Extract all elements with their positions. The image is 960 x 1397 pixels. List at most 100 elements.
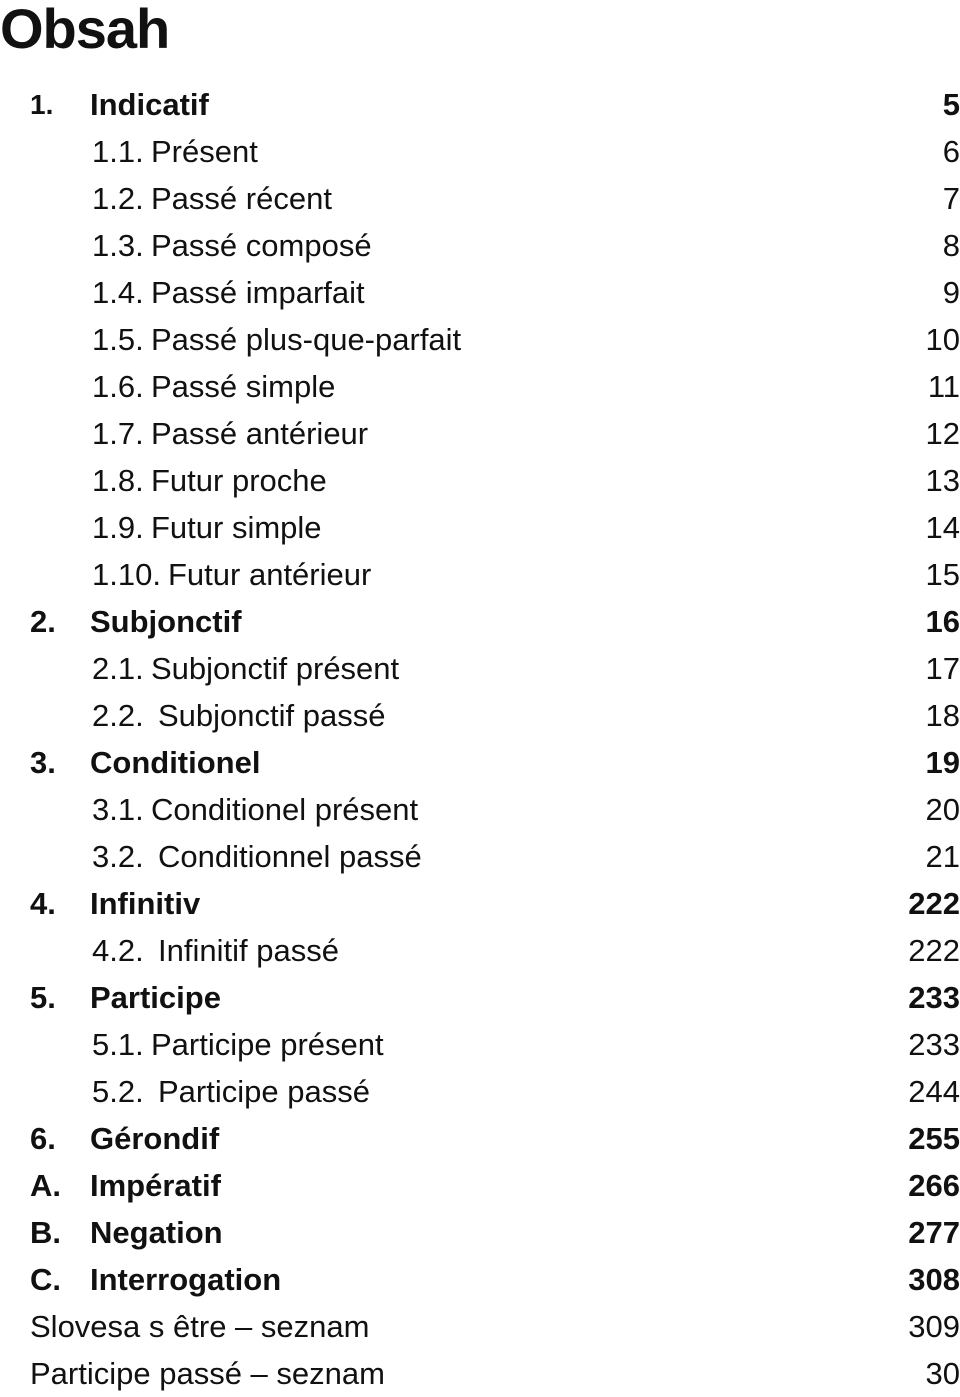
toc-entry-label: Participe présent [151, 1027, 384, 1062]
toc-entry-label: Indicatif [90, 87, 209, 122]
toc-entry-label: Conditionnel passé [158, 839, 422, 874]
toc-entry-page: 21 [925, 839, 960, 874]
toc-entry-label: Subjonctif présent [151, 651, 400, 686]
toc-entry-section[interactable]: 1.8. Futur proche 13 [0, 457, 960, 504]
toc-entry-chapter[interactable]: 4. Infinitiv 222 [0, 880, 960, 927]
toc-entry-number: 1. [30, 89, 54, 120]
toc-entry-page: 222 [908, 933, 960, 968]
toc-entry-section[interactable]: 1.1. Présent 6 [0, 128, 960, 175]
toc-entry-chapter[interactable]: 2. Subjonctif 16 [0, 598, 960, 645]
toc-entry-number: 1.5. [92, 322, 144, 357]
toc-entry-number: 4.2. [92, 933, 144, 968]
toc-entry-number: 1.10. [92, 557, 161, 592]
toc-entry-section[interactable]: 5.2. Participe passé 244 [0, 1068, 960, 1115]
toc-entry-number: B. [30, 1215, 61, 1250]
toc-entry-label: Futur antérieur [168, 557, 372, 592]
toc-entry-label: Passé récent [151, 181, 332, 216]
toc-entry-number: 2.2. [92, 698, 144, 733]
toc-entry-number: 5. [30, 980, 56, 1015]
toc-entry-section[interactable]: 1.7. Passé antérieur 12 [0, 410, 960, 457]
toc-entry-label: Participe [90, 980, 221, 1015]
toc-entry-number: 3. [30, 745, 56, 780]
toc-entry-section[interactable]: 1.2. Passé récent 7 [0, 175, 960, 222]
toc-entry-number: 3.1. [92, 792, 144, 827]
toc-entry-section[interactable]: 1.6. Passé simple 11 [0, 363, 960, 410]
toc-entry-page: 6 [942, 134, 960, 169]
toc-entry-number: 1.2. [92, 181, 144, 216]
toc-entry-section[interactable]: 2.1. Subjonctif présent 17 [0, 645, 960, 692]
toc-entry-label: Subjonctif [90, 604, 242, 639]
toc-entry-number: A. [30, 1168, 61, 1203]
toc-entry-page: 9 [942, 275, 960, 310]
toc-entry-page: 16 [925, 604, 960, 639]
toc-entry-label: Infinitiv [90, 886, 201, 921]
page-title: Obsah [0, 0, 170, 60]
toc-entry-page: 233 [908, 980, 960, 1015]
toc-entry-page: 309 [908, 1309, 960, 1344]
toc-entry-label: Gérondif [90, 1121, 220, 1156]
table-of-contents: 1. Indicatif 5 1.1. Présent 6 1.2. Passé… [0, 81, 960, 1397]
toc-entry-section[interactable]: 3.1. Conditionel présent 20 [0, 786, 960, 833]
toc-entry-section[interactable]: 1.9. Futur simple 14 [0, 504, 960, 551]
toc-entry-section[interactable]: 4.2. Infinitif passé 222 [0, 927, 960, 974]
toc-entry-number: 1.8. [92, 463, 144, 498]
toc-entry-chapter[interactable]: 3. Conditionel 19 [0, 739, 960, 786]
toc-entry-label: Infinitif passé [158, 933, 339, 968]
toc-entry-label: Passé composé [151, 228, 372, 263]
toc-entry-number: 1.6. [92, 369, 144, 404]
toc-entry-section[interactable]: 1.3. Passé composé 8 [0, 222, 960, 269]
toc-entry-page: 13 [925, 463, 960, 498]
toc-entry-label: Participe passé – seznam [30, 1356, 385, 1391]
toc-entry-number: 5.2. [92, 1074, 144, 1109]
toc-entry-page: 222 [908, 886, 960, 921]
toc-entry-label: Passé plus-que-parfait [151, 322, 462, 357]
toc-entry-page: 255 [908, 1121, 960, 1156]
toc-entry-section[interactable]: 1.4. Passé imparfait 9 [0, 269, 960, 316]
toc-entry-page: 277 [908, 1215, 960, 1250]
toc-entry-chapter[interactable]: 6. Gérondif 255 [0, 1115, 960, 1162]
toc-entry-page: 15 [925, 557, 960, 592]
toc-entry-chapter[interactable]: A. Impératif 266 [0, 1162, 960, 1209]
toc-entry-label: Conditionel présent [151, 792, 419, 827]
toc-entry-page: 18 [925, 698, 960, 733]
toc-entry-label: Impératif [90, 1168, 221, 1203]
toc-entry-page: 233 [908, 1027, 960, 1062]
toc-entry-section[interactable]: 1.10. Futur antérieur 15 [0, 551, 960, 598]
toc-entry-chapter[interactable]: 1. Indicatif 5 [0, 81, 960, 128]
toc-entry-section[interactable]: 5.1. Participe présent 233 [0, 1021, 960, 1068]
toc-entry-number: 1.7. [92, 416, 144, 451]
toc-entry-appendix[interactable]: Participe passé – seznam 30 [0, 1350, 960, 1397]
toc-entry-label: Slovesa s être – seznam [30, 1309, 370, 1344]
toc-entry-label: Passé antérieur [151, 416, 369, 451]
toc-entry-section[interactable]: 2.2. Subjonctif passé 18 [0, 692, 960, 739]
toc-entry-number: 2.1. [92, 651, 144, 686]
toc-entry-label: Negation [90, 1215, 223, 1250]
toc-entry-number: 6. [30, 1121, 56, 1156]
toc-entry-page: 11 [927, 369, 960, 404]
toc-entry-number: 1.1. [92, 134, 144, 169]
toc-entry-section[interactable]: 3.2. Conditionnel passé 21 [0, 833, 960, 880]
toc-entry-label: Présent [151, 134, 258, 169]
toc-entry-chapter[interactable]: B. Negation 277 [0, 1209, 960, 1256]
toc-entry-label: Futur simple [151, 510, 322, 545]
toc-entry-page: 244 [908, 1074, 960, 1109]
toc-entry-chapter[interactable]: C. Interrogation 308 [0, 1256, 960, 1303]
toc-entry-label: Passé imparfait [151, 275, 365, 310]
toc-entry-number: 4. [30, 886, 56, 921]
toc-entry-number: 5.1. [92, 1027, 144, 1062]
toc-entry-number: C. [30, 1262, 61, 1297]
toc-entry-section[interactable]: 1.5. Passé plus-que-parfait 10 [0, 316, 960, 363]
toc-entry-page: 19 [925, 745, 960, 780]
toc-entry-page: 8 [942, 228, 960, 263]
toc-entry-label: Conditionel [90, 745, 261, 780]
toc-entry-number: 1.9. [92, 510, 144, 545]
toc-entry-number: 1.4. [92, 275, 144, 310]
toc-entry-page: 10 [925, 322, 960, 357]
toc-entry-page: 20 [925, 792, 960, 827]
toc-entry-page: 266 [908, 1168, 960, 1203]
toc-entry-page: 14 [925, 510, 960, 545]
toc-entry-chapter[interactable]: 5. Participe 233 [0, 974, 960, 1021]
toc-entry-appendix[interactable]: Slovesa s être – seznam 309 [0, 1303, 960, 1350]
toc-entry-page: 5 [942, 87, 960, 122]
toc-entry-page: 308 [908, 1262, 960, 1297]
